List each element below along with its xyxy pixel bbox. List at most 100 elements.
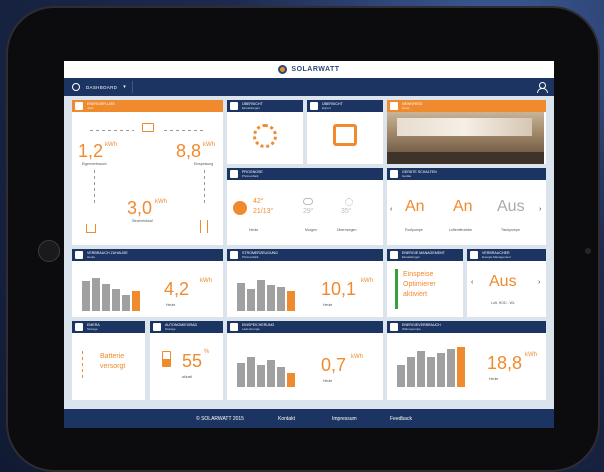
gear-icon bbox=[230, 102, 238, 110]
footer-link-contact[interactable]: Kontakt bbox=[278, 416, 295, 422]
bar-chart bbox=[397, 345, 465, 387]
chevron-down-icon[interactable]: ▾ bbox=[123, 84, 126, 90]
label: Heute bbox=[489, 377, 499, 381]
flow-line bbox=[164, 130, 206, 131]
today-temp: 42° bbox=[253, 198, 264, 205]
label: Luft, HGD - WL bbox=[491, 301, 515, 305]
value: 10,1 bbox=[321, 279, 357, 299]
flow-line bbox=[94, 170, 95, 206]
rss-icon bbox=[390, 102, 398, 110]
tomorrow-temp: 29° bbox=[303, 208, 314, 215]
user-icon[interactable] bbox=[537, 82, 548, 93]
label: Eigenverbrauch bbox=[82, 162, 107, 166]
unit: kWh bbox=[155, 199, 167, 205]
device-switch[interactable]: Aus bbox=[497, 198, 525, 216]
cloud-icon bbox=[303, 198, 313, 205]
device-switch[interactable]: An bbox=[405, 198, 425, 216]
status-text: versorgt bbox=[100, 363, 126, 370]
tile-subtitle: Geräte bbox=[402, 174, 412, 178]
status-text: Batterie bbox=[100, 353, 125, 360]
label: Tischpumpe bbox=[501, 228, 520, 232]
grid-purchase-value: 3,0 bbox=[127, 198, 153, 218]
tile-news[interactable]: NEWSFEED News bbox=[387, 100, 546, 164]
tile-subtitle: Storage bbox=[165, 327, 176, 331]
feed-in-value: 8,8 bbox=[176, 141, 202, 161]
tile-consumer[interactable]: VERBRAUCHER Energie Management ‹ Aus Luft… bbox=[467, 249, 546, 317]
unit: kWh bbox=[361, 278, 373, 284]
tile-energy-management[interactable]: ENERGIE MANAGEMENT Einstellungen Einspeis… bbox=[387, 249, 463, 317]
tile-subtitle: Photovoltaik bbox=[242, 174, 259, 178]
tile-subtitle: Lade Energie bbox=[242, 327, 260, 331]
label: Heute bbox=[249, 228, 259, 232]
tile-devices[interactable]: GERÄTE SCHALTEN Geräte ‹ An Poolpumpe An … bbox=[387, 168, 546, 245]
tile-charge[interactable]: EINSPEICHERUNG Lade Energie 0,7 kWh Heute bbox=[227, 321, 383, 400]
self-consumption-value: 1,2 bbox=[78, 141, 104, 161]
device-switch[interactable]: An bbox=[453, 198, 473, 216]
unit: kWh bbox=[525, 352, 537, 358]
footer-link-impressum[interactable]: Impressum bbox=[332, 416, 357, 422]
consumer-switch[interactable]: Aus bbox=[489, 273, 517, 291]
bar-chart bbox=[237, 347, 295, 387]
dashboard-menu[interactable]: DASHBOARD bbox=[86, 85, 117, 90]
tile-header: STROMERZEUGUNG Photovoltaik bbox=[227, 249, 383, 261]
dashboard-grid: ENERGIEFLUSS Jetzt 1,2 kWh Eigenverbrauch… bbox=[72, 100, 546, 406]
tile-header: EMERA Storage bbox=[72, 321, 145, 333]
bar-chart bbox=[82, 271, 140, 311]
tile-energy-flow[interactable]: ENERGIEFLUSS Jetzt 1,2 kWh Eigenverbrauch… bbox=[72, 100, 223, 245]
flow-line bbox=[90, 130, 134, 131]
status-text: aktiviert bbox=[403, 291, 428, 298]
tile-header: AUTONOMIEGRAD Storage bbox=[150, 321, 223, 333]
camera-icon bbox=[585, 248, 591, 254]
sliders-icon bbox=[470, 251, 478, 259]
tile-header: VERBRAUCHER Energie Management bbox=[467, 249, 546, 261]
chevron-right-icon[interactable]: › bbox=[539, 206, 541, 213]
tile-header: NEWSFEED News bbox=[387, 100, 546, 112]
gear-icon bbox=[390, 251, 398, 259]
label: Heute bbox=[166, 303, 176, 307]
gear-icon bbox=[253, 124, 277, 148]
tile-subtitle: Einstellungen bbox=[242, 106, 261, 110]
today-range: 21/13° bbox=[253, 208, 274, 215]
tile-battery[interactable]: EMERA Storage Batterie versorgt bbox=[72, 321, 145, 400]
unit: kWh bbox=[200, 278, 212, 284]
tile-heat-pump[interactable]: ENERGIEVERBRAUCH Wärmepumpe 18,8 kWh Heut… bbox=[387, 321, 546, 400]
nav-bar: DASHBOARD ▾ bbox=[64, 78, 554, 96]
tile-state-of-charge[interactable]: AUTONOMIEGRAD Storage 55 % aktuell bbox=[150, 321, 223, 400]
dayafter-temp: 35° bbox=[341, 208, 352, 215]
value: 0,7 bbox=[321, 355, 347, 375]
chevron-right-icon[interactable]: › bbox=[538, 279, 540, 286]
calendar-icon bbox=[230, 170, 238, 178]
status-text: Optimierer bbox=[403, 281, 436, 288]
home-button[interactable] bbox=[38, 240, 60, 262]
tile-generation[interactable]: STROMERZEUGUNG Photovoltaik 10,1 kWh Heut… bbox=[227, 249, 383, 317]
screen: SOLARWATT DASHBOARD ▾ ENERGIEFLUSS Jetzt … bbox=[64, 61, 554, 428]
house-icon bbox=[86, 224, 96, 233]
tile-export[interactable]: ÜBERSICHT Export bbox=[307, 100, 383, 164]
tile-header: VERBRAUCH ZUHAUSE Heute bbox=[72, 249, 223, 261]
tile-settings[interactable]: ÜBERSICHT Einstellungen bbox=[227, 100, 303, 164]
chevron-left-icon[interactable]: ‹ bbox=[471, 279, 473, 286]
tile-subtitle: Einstellungen bbox=[402, 255, 421, 259]
sun-icon bbox=[345, 198, 353, 206]
label: Heute bbox=[323, 303, 333, 307]
power-icon[interactable] bbox=[72, 83, 80, 91]
battery-icon bbox=[153, 323, 161, 331]
battery-icon bbox=[162, 351, 171, 367]
label: Luftentfeuchter bbox=[449, 228, 473, 232]
tile-subtitle: Photovoltaik bbox=[242, 255, 259, 259]
footer-link-feedback[interactable]: Feedback bbox=[390, 416, 412, 422]
tile-consumption[interactable]: VERBRAUCH ZUHAUSE Heute 4,2 kWh Heute bbox=[72, 249, 223, 317]
label: Morgen bbox=[305, 228, 317, 232]
chevron-left-icon[interactable]: ‹ bbox=[390, 206, 392, 213]
value: 18,8 bbox=[487, 353, 523, 373]
label: Poolpumpe bbox=[405, 228, 423, 232]
tile-header: ÜBERSICHT Export bbox=[307, 100, 383, 112]
label: Stromeinkauf bbox=[132, 219, 153, 223]
tile-header: GERÄTE SCHALTEN Geräte bbox=[387, 168, 546, 180]
charge-icon bbox=[230, 323, 238, 331]
tile-subtitle: Storage bbox=[87, 327, 98, 331]
solar-panel-icon bbox=[230, 251, 238, 259]
bar-chart bbox=[237, 271, 295, 311]
plug-icon bbox=[75, 251, 83, 259]
tile-forecast[interactable]: PROGNOSE Photovoltaik 42° 21/13° Heute 29… bbox=[227, 168, 383, 245]
